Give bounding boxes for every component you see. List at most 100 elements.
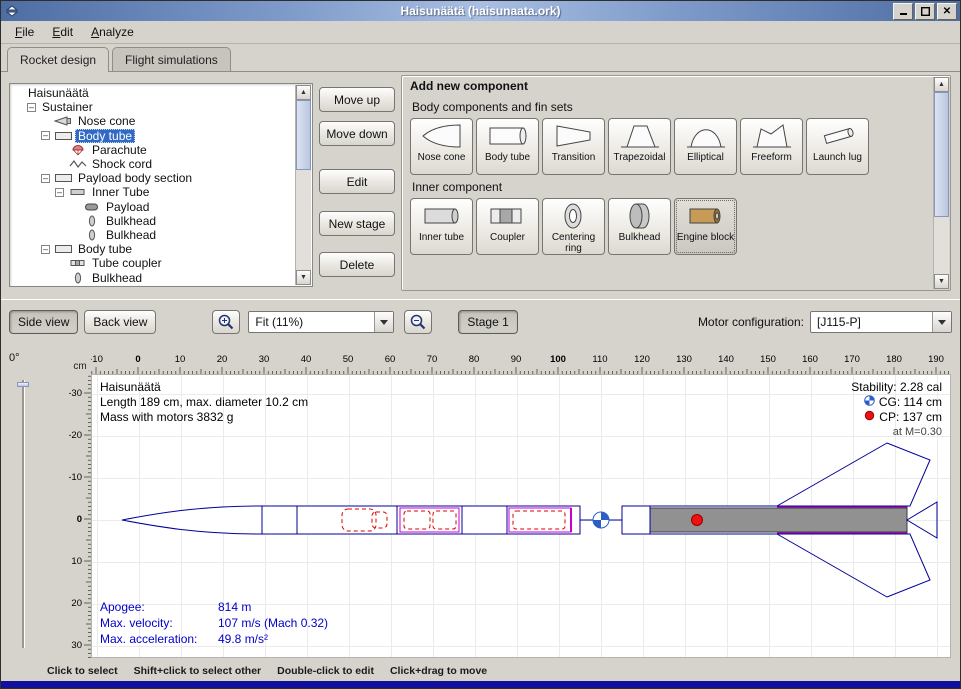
tree-item-sustainer[interactable]: –Sustainer (13, 100, 295, 114)
tree-item-body-tube[interactable]: –Body tube (13, 129, 295, 143)
scroll-up-icon[interactable]: ▲ (296, 85, 311, 100)
new-stage-button[interactable]: New stage (319, 211, 395, 236)
zoom-in-button[interactable] (212, 310, 240, 334)
scroll-down-icon[interactable]: ▼ (296, 270, 311, 285)
scroll-up-icon[interactable]: ▲ (934, 77, 949, 92)
tree-item-body-tube[interactable]: –Body tube (13, 242, 295, 256)
parachute-icon (67, 144, 89, 156)
component-button-nose-cone[interactable]: Nose cone (410, 118, 473, 175)
tree-item-bulkhead[interactable]: Bulkhead (13, 228, 295, 242)
motor-configuration-value: [J115-P] (811, 315, 932, 329)
tree-item-tube-coupler[interactable]: Tube coupler (13, 256, 295, 270)
cp-icon (864, 410, 875, 425)
addpanel-scrollbar[interactable]: ▲ ▼ (933, 77, 949, 289)
tree-item-inner-tube[interactable]: –Inner Tube (13, 185, 295, 199)
edit-button[interactable]: Edit (319, 169, 395, 194)
component-button-engine-block[interactable]: Engine block (674, 198, 737, 255)
svg-text:-10: -10 (69, 472, 82, 483)
menu-edit[interactable]: Edit (44, 23, 81, 41)
rotation-slider[interactable] (17, 380, 29, 648)
tree-item-payload-body-section[interactable]: –Payload body section (13, 171, 295, 185)
expand-toggle-icon[interactable]: – (55, 188, 64, 197)
svg-text:20: 20 (71, 598, 82, 609)
tree-item-haisun-t[interactable]: Haisunäätä (13, 86, 295, 100)
component-button-coupler[interactable]: Coupler (476, 198, 539, 255)
chevron-down-icon[interactable] (374, 312, 393, 332)
tree-item-shock-cord[interactable]: Shock cord (13, 157, 295, 171)
tree-scrollbar[interactable]: ▲ ▼ (295, 85, 311, 285)
svg-text:10: 10 (175, 354, 186, 365)
component-button-body-tube[interactable]: Body tube (476, 118, 539, 175)
chevron-down-icon[interactable] (932, 312, 951, 332)
zoom-select[interactable]: Fit (11%) (248, 311, 394, 333)
window-menu-icon[interactable] (5, 4, 19, 18)
menu-file[interactable]: File (7, 23, 42, 41)
titlebar[interactable]: Haisunäätä (haisunaata.ork) ✕ (1, 1, 960, 21)
stage-1-toggle[interactable]: Stage 1 (458, 310, 517, 334)
maximize-button[interactable] (915, 3, 935, 20)
mach-note: at M=0.30 (851, 425, 942, 440)
slider-thumb[interactable] (17, 382, 29, 387)
side-view-button[interactable]: Side view (9, 310, 78, 334)
component-button-centering-ring[interactable]: Centering ring (542, 198, 605, 255)
elliptical-fin-icon (684, 121, 728, 151)
tab-flight-simulations[interactable]: Flight simulations (112, 47, 231, 71)
component-button-trapezoidal[interactable]: Trapezoidal (608, 118, 671, 175)
window-title: Haisunäätä (haisunaata.ork) (1, 4, 960, 18)
move-down-button[interactable]: Move down (319, 121, 395, 146)
tree-item-parachute[interactable]: Parachute (13, 143, 295, 157)
component-button-bulkhead[interactable]: Bulkhead (608, 198, 671, 255)
group-label-inner-component: Inner component (412, 180, 930, 194)
component-button-freeform[interactable]: Freeform (740, 118, 803, 175)
cp-marker (692, 515, 703, 526)
tree-item-payload[interactable]: Payload (13, 200, 295, 214)
svg-text:150: 150 (760, 354, 776, 365)
scrollbar-thumb[interactable] (296, 100, 311, 170)
tree-item-bulkhead[interactable]: Bulkhead (13, 270, 295, 284)
rocket-canvas[interactable]: Haisunäätä Length 189 cm, max. diameter … (91, 374, 951, 658)
centering-ring-icon (552, 201, 596, 231)
expand-toggle-icon[interactable]: – (41, 131, 50, 140)
svg-text:110: 110 (592, 354, 607, 365)
expand-toggle-icon[interactable]: – (41, 245, 50, 254)
component-button-launch-lug[interactable]: Launch lug (806, 118, 869, 175)
body-tube-icon (53, 130, 75, 142)
scrollbar-thumb[interactable] (934, 92, 949, 217)
nose-cone-icon (53, 115, 75, 127)
close-button[interactable]: ✕ (937, 3, 957, 20)
minimize-button[interactable] (893, 3, 913, 20)
rocket-view-panel: Side view Back view Fit (11%) Stage 1 Mo… (1, 299, 961, 682)
tree-item-nose-cone[interactable]: Nose cone (13, 114, 295, 128)
rocket-mass: Mass with motors 3832 g (100, 410, 308, 425)
svg-text:20: 20 (217, 354, 228, 365)
component-button-transition[interactable]: Transition (542, 118, 605, 175)
component-button-inner-tube[interactable]: Inner tube (410, 198, 473, 255)
transition-icon (552, 121, 596, 151)
scroll-down-icon[interactable]: ▼ (934, 274, 949, 289)
body-tube-icon (486, 121, 530, 151)
move-up-button[interactable]: Move up (319, 87, 395, 112)
expand-toggle-icon[interactable]: – (27, 103, 36, 112)
add-component-panel: Add new component Body components and fi… (401, 75, 951, 291)
expand-toggle-icon[interactable]: – (41, 174, 50, 183)
svg-text:0: 0 (77, 514, 82, 525)
tree-item-bulkhead[interactable]: Bulkhead (13, 214, 295, 228)
menu-analyze[interactable]: Analyze (83, 23, 142, 41)
cp-value: CP: 137 cm (879, 410, 942, 425)
flight-value: 814 m (218, 600, 251, 614)
motor-configuration-label: Motor configuration: (698, 315, 804, 329)
svg-text:130: 130 (676, 354, 692, 365)
window-bottom-border (1, 681, 961, 689)
coupler-icon (67, 257, 89, 269)
back-view-button[interactable]: Back view (84, 310, 156, 334)
component-tree-panel: Haisunäätä–SustainerNose cone–Body tubeP… (9, 83, 313, 287)
component-button-elliptical[interactable]: Elliptical (674, 118, 737, 175)
zoom-out-button[interactable] (404, 310, 432, 334)
motor-configuration-select[interactable]: [J115-P] (810, 311, 952, 333)
tabrow: Rocket designFlight simulations (1, 43, 960, 72)
tab-rocket-design[interactable]: Rocket design (7, 47, 109, 72)
svg-text:-20: -20 (69, 430, 82, 441)
rocket-info: Haisunäätä Length 189 cm, max. diameter … (100, 380, 308, 425)
delete-button[interactable]: Delete (319, 252, 395, 277)
status-hint: Click+drag to move (390, 665, 487, 677)
